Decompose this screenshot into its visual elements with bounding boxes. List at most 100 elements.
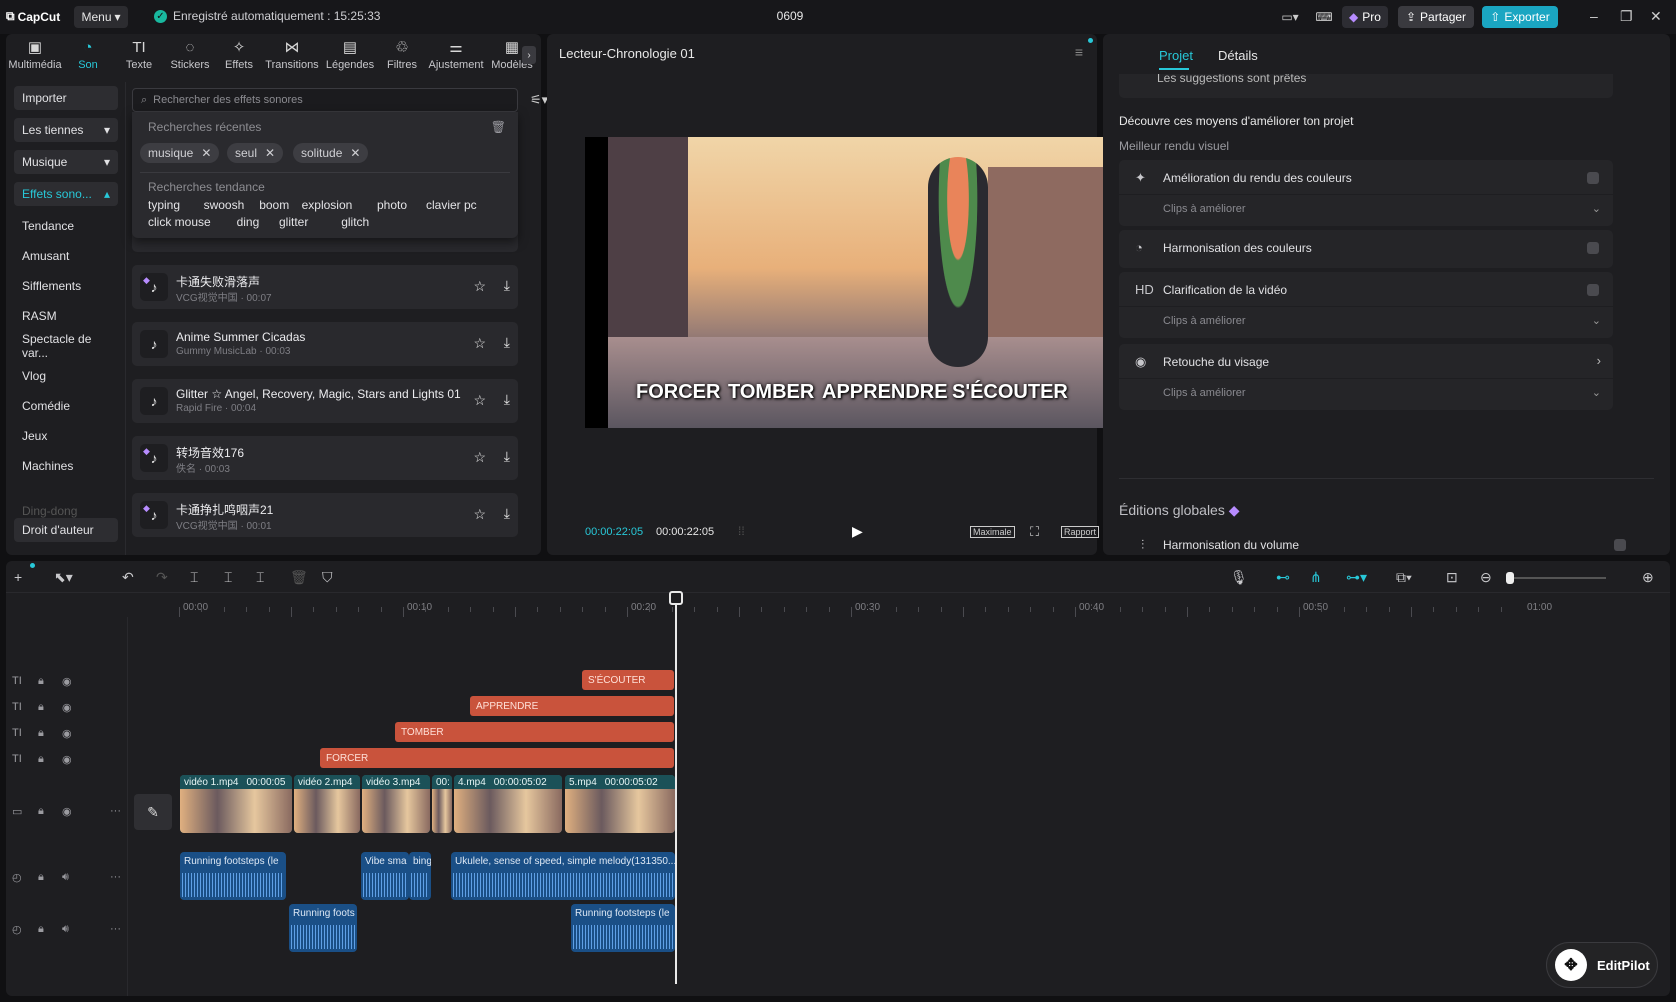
shortcuts-button[interactable]: ⌨: [1312, 6, 1336, 28]
star-icon[interactable]: ☆: [473, 392, 486, 409]
trend-item[interactable]: photo: [377, 198, 407, 212]
sidebar-item-category[interactable]: Tendance: [14, 214, 118, 238]
tab-details[interactable]: Détails: [1218, 48, 1258, 63]
eye-icon[interactable]: ◉: [62, 675, 72, 688]
audio-clip[interactable]: Running foots: [289, 904, 357, 952]
chevron-down-icon[interactable]: ⌄: [1592, 386, 1601, 399]
redo-icon[interactable]: ↷: [156, 569, 168, 586]
add-track-icon[interactable]: +: [14, 569, 22, 585]
star-icon[interactable]: ☆: [473, 506, 486, 523]
list-item[interactable]: ♪ ◆ 卡通挣扎鸣咽声21 VCG视觉中国 · 00:01 ☆ ⤓: [132, 493, 518, 537]
sidebar-item-category[interactable]: Jeux: [14, 424, 118, 448]
volume-checkbox[interactable]: [1614, 539, 1626, 551]
lock-icon[interactable]: 🔒︎: [38, 871, 44, 884]
sfx-dropdown[interactable]: Effets sono... ▴: [14, 182, 118, 206]
export-button[interactable]: ⇧ Exporter: [1482, 6, 1558, 28]
playhead[interactable]: [675, 596, 677, 984]
minimize-button[interactable]: –: [1590, 8, 1598, 24]
suggestion-checkbox[interactable]: [1587, 242, 1599, 254]
audio-clip[interactable]: bing: [409, 852, 431, 900]
more-icon[interactable]: ···: [110, 871, 121, 883]
text-clip[interactable]: FORCER: [320, 748, 674, 768]
suggestion-card[interactable]: ◉ Retouche du visage › Clips à améliorer ⌄: [1119, 344, 1613, 410]
close-icon[interactable]: ✕: [201, 146, 211, 160]
link-icon[interactable]: ⊷: [1276, 569, 1290, 586]
tab-filtres[interactable]: ♲ Filtres: [378, 34, 426, 76]
download-icon[interactable]: ⤓: [504, 334, 510, 351]
delete-icon[interactable]: 🗑︎: [290, 569, 308, 586]
tab-stickers[interactable]: ◌ Stickers: [164, 34, 216, 76]
select-tool-icon[interactable]: ⬉▾: [54, 569, 73, 586]
pro-button[interactable]: ◆ Pro: [1342, 6, 1388, 28]
tab-transitions[interactable]: ⋈ Transitions: [262, 34, 322, 76]
trend-item[interactable]: glitter: [279, 215, 308, 229]
track-type-icon[interactable]: ▭: [12, 805, 22, 818]
track-type-icon[interactable]: ◴: [12, 923, 22, 936]
list-item[interactable]: ♪ Anime Summer Cicadas Gummy MusicLab · 00…: [132, 322, 518, 366]
split-right-icon[interactable]: ⌶: [256, 569, 264, 586]
audio-clip[interactable]: Running footsteps (le: [180, 852, 286, 900]
eye-icon[interactable]: ◉: [62, 805, 72, 818]
report-button[interactable]: Rapport: [1061, 526, 1100, 538]
track-type-icon[interactable]: TI: [12, 701, 22, 713]
restore-button[interactable]: ❐: [1620, 8, 1633, 25]
trend-item[interactable]: boom: [259, 198, 289, 212]
star-icon[interactable]: ☆: [473, 278, 486, 295]
shield-icon[interactable]: ⛉: [322, 569, 333, 586]
video-clip[interactable]: vidéo 3.mp4: [362, 775, 430, 833]
editpilot-button[interactable]: ✥ EditPilot: [1546, 942, 1658, 988]
share-button[interactable]: ⇪ Partager: [1398, 6, 1474, 28]
more-icon[interactable]: ···: [110, 923, 121, 935]
sidebar-item-category[interactable]: Comédie: [14, 394, 118, 418]
trend-item[interactable]: explosion: [302, 198, 353, 212]
close-icon[interactable]: ✕: [265, 146, 275, 160]
close-button[interactable]: ✕: [1650, 8, 1662, 25]
text-clip[interactable]: APPRENDRE: [470, 696, 674, 716]
layout-button[interactable]: ▭▾: [1270, 6, 1310, 28]
copyright-button[interactable]: Droit d'auteur: [14, 518, 118, 542]
sidebar-item-category[interactable]: Vlog: [14, 364, 118, 388]
list-item[interactable]: ♪ ◆ 卡通失败滑落声 VCG视觉中国 · 00:07 ☆ ⤓: [132, 265, 518, 309]
link-clips-icon[interactable]: ⊶▾: [1346, 569, 1367, 586]
list-item[interactable]: ♪ ◆ 转场音效176 佚名 · 00:03 ☆ ⤓: [132, 436, 518, 480]
undo-icon[interactable]: ↶: [122, 569, 134, 586]
audio-clip[interactable]: Ukulele, sense of speed, simple melody(1…: [451, 852, 675, 900]
download-icon[interactable]: ⤓: [504, 277, 510, 294]
trend-item[interactable]: swoosh: [204, 198, 245, 212]
menu-icon[interactable]: ≡: [1075, 44, 1083, 60]
suggestion-checkbox[interactable]: [1587, 284, 1599, 296]
audio-clip[interactable]: Running footsteps (le: [571, 904, 675, 952]
tab-son[interactable]: ◔ Son: [62, 34, 114, 76]
recent-chip[interactable]: musique ✕: [140, 143, 220, 163]
split-left-icon[interactable]: ⌶: [224, 569, 232, 586]
lock-icon[interactable]: 🔒︎: [38, 753, 44, 766]
download-icon[interactable]: ⤓: [504, 391, 510, 408]
eye-icon[interactable]: ◉: [62, 701, 72, 714]
speaker-icon[interactable]: 🔊︎: [62, 923, 69, 936]
edit-cover-button[interactable]: ✎: [134, 794, 172, 830]
split-icon[interactable]: ⌶: [190, 569, 198, 586]
audio-clip[interactable]: Vibe sma: [361, 852, 409, 900]
sidebar-item-category[interactable]: Amusant: [14, 244, 118, 268]
lock-icon[interactable]: 🔒︎: [38, 923, 44, 936]
download-icon[interactable]: ⤓: [504, 448, 510, 465]
chevron-down-icon[interactable]: ⌄: [1592, 314, 1601, 327]
recent-chip[interactable]: seul ✕: [227, 143, 284, 163]
zoom-out-icon[interactable]: ⊖: [1480, 569, 1492, 586]
track-type-icon[interactable]: TI: [12, 675, 22, 687]
import-button[interactable]: Importer: [14, 86, 118, 110]
zoom-in-icon[interactable]: ⊕: [1642, 569, 1654, 586]
zoom-slider-handle[interactable]: [1506, 572, 1514, 584]
lock-icon[interactable]: 🔒︎: [38, 727, 44, 740]
yours-dropdown[interactable]: Les tiennes ▾: [14, 118, 118, 142]
tab-multimédia[interactable]: ▣ Multimédia: [8, 34, 62, 76]
tabs-next-icon[interactable]: ›: [522, 46, 536, 64]
music-dropdown[interactable]: Musique ▾: [14, 150, 118, 174]
eye-icon[interactable]: ◉: [62, 753, 72, 766]
eye-icon[interactable]: ◉: [62, 727, 72, 740]
track-type-icon[interactable]: ◴: [12, 871, 22, 884]
trash-icon[interactable]: 🗑︎: [491, 120, 506, 134]
video-clip[interactable]: vidéo 1.mp4 00:00:05: [180, 775, 292, 833]
filter-icon[interactable]: ⚟▾: [530, 92, 548, 108]
tab-project[interactable]: Projet: [1159, 48, 1193, 63]
